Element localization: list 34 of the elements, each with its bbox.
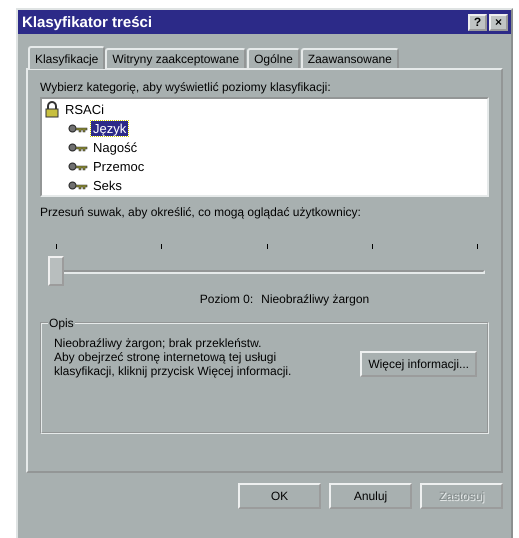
tree-item[interactable]: Język [91,121,128,136]
tick-mark [477,244,478,249]
tick-mark [56,244,57,249]
tab[interactable]: Ogólne [247,48,300,68]
level-name: Nieobraźliwy żargon [261,292,370,306]
tick-mark [266,244,268,249]
category-tree[interactable]: RSACi Język Nagość Przemoc Seks [40,97,489,197]
tick-mark [372,244,373,249]
tree-item[interactable]: RSACi [63,102,106,117]
key-icon [68,124,88,133]
key-icon [68,143,88,152]
dialog-button[interactable]: Anuluj [329,483,412,509]
key-icon [68,162,88,171]
tab[interactable]: Klasyfikacje [28,46,106,69]
slider-thumb[interactable] [48,256,64,286]
help-button[interactable]: ? [468,14,487,30]
tab[interactable]: Witryny zaakceptowane [105,48,246,68]
window-title: Klasyfikator treści [22,14,152,30]
category-label: Wybierz kategorię, aby wyświetlić poziomy klasyfikacji: [40,80,332,94]
dialog-button[interactable]: OK [238,483,321,509]
close-button[interactable]: × [489,14,508,30]
info-text: Aby obejrzeć stronę internetową tej usługi klasyfikacji, kliknij przycisk Więcej informacji. [54,350,292,378]
tree-item[interactable]: Przemoc [91,159,146,174]
slider-label: Przesuń suwak, aby określić, co mogą oglądać użytkownicy: [40,205,362,219]
tree-item[interactable]: Seks [91,178,124,193]
lock-icon [44,101,60,118]
tree-item[interactable]: Nagość [91,140,140,155]
key-icon [68,181,88,190]
group-title: Opis [48,316,75,330]
tick-mark [161,244,162,249]
tab[interactable]: Zaawansowane [300,48,399,68]
more-info-button[interactable]: Więcej informacji... [360,351,477,377]
description-text: Nieobraźliwy żargon; brak przekleństw. [54,336,262,350]
level-number: Poziom 0: [200,292,254,306]
